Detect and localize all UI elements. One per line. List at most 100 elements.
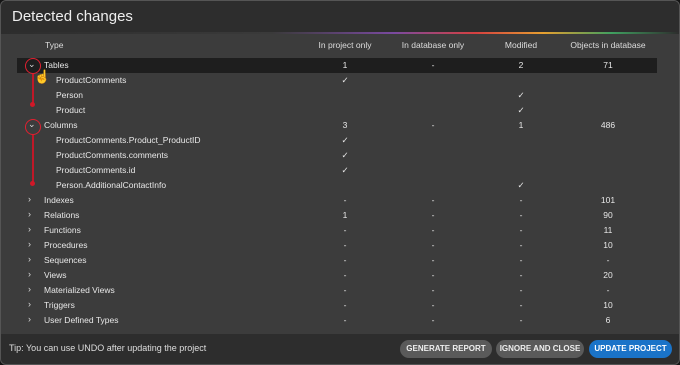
cell-project: 3 [342,120,348,130]
cell-modified: ✓ [517,105,525,115]
cell-modified: ✓ [517,180,525,190]
row-label: Relations [44,210,80,220]
cell-objects: 71 [603,60,613,70]
tree-child-row[interactable]: ProductComments ✓ [17,73,657,88]
annotation-line-columns [32,135,34,183]
dialog-titlebar: Detected changes [1,1,679,32]
chevron-right-icon[interactable]: › [28,284,31,294]
cell-project: ✓ [341,150,349,160]
tree-group-row[interactable]: › Materialized Views - - - - [17,283,657,298]
annotation-dot-columns [30,181,35,186]
cell-modified: - [519,255,523,265]
tree-group-row[interactable]: › Indexes - - - 101 [17,193,657,208]
cell-database: - [431,270,435,280]
chevron-right-icon[interactable]: › [28,239,31,249]
cell-database: - [431,120,435,130]
cell-modified: - [519,210,523,220]
cell-modified: - [519,225,523,235]
tree-group-row[interactable]: › Relations 1 - - 90 [17,208,657,223]
tree-child-row[interactable]: Person ✓ [17,88,657,103]
cell-database: - [431,195,435,205]
cell-database: - [431,255,435,265]
chevron-right-icon[interactable]: › [28,314,31,324]
row-label: User Defined Types [44,315,119,325]
cell-objects: 20 [603,270,613,280]
tree-group-row[interactable]: ⌄ Tables 1-2 71 [17,58,657,73]
accent-gradient-bar [1,32,679,34]
column-header-objects-in-database[interactable]: Objects in database [570,40,645,50]
cell-objects: 6 [605,315,611,325]
row-label: Views [44,270,67,280]
row-label: ProductComments.id [56,165,136,175]
dialog-footer: Tip: You can use UNDO after updating the… [1,334,679,364]
row-label: Person [56,90,83,100]
tree-child-row[interactable]: Person.AdditionalContactInfo ✓ [17,178,657,193]
row-label: ProductComments.Product_ProductID [56,135,201,145]
cell-objects: 90 [603,210,613,220]
chevron-right-icon[interactable]: › [28,299,31,309]
column-header-in-database-only[interactable]: In database only [402,40,464,50]
tree-group-row[interactable]: › Procedures - - - 10 [17,238,657,253]
column-header-modified[interactable]: Modified [505,40,537,50]
cell-modified: - [519,270,523,280]
chevron-right-icon[interactable]: › [28,254,31,264]
cell-project: - [343,225,347,235]
cell-project: - [343,240,347,250]
cell-project: ✓ [341,75,349,85]
row-label: Sequences [44,255,87,265]
cell-database: - [431,285,435,295]
cell-database: - [431,225,435,235]
mouse-cursor-icon: ☝ [34,69,51,84]
cell-project: 1 [342,60,348,70]
row-label: Triggers [44,300,75,310]
cell-database: - [431,300,435,310]
cell-modified: - [519,195,523,205]
cell-database: - [431,315,435,325]
chevron-right-icon[interactable]: › [28,224,31,234]
cell-modified: 2 [518,60,524,70]
cell-modified: 1 [518,120,524,130]
cell-objects: 486 [600,120,616,130]
tree-group-row[interactable]: › Functions - - - 11 [17,223,657,238]
tree-group-row[interactable]: › Views - - - 20 [17,268,657,283]
cell-modified: - [519,285,523,295]
cell-database: - [431,240,435,250]
row-label: Person.AdditionalContactInfo [56,180,167,190]
row-label: Indexes [44,195,74,205]
dialog-title: Detected changes [12,8,133,25]
cell-database: - [431,60,435,70]
row-label: Product [56,105,86,115]
cell-project: - [343,270,347,280]
tree-group-row[interactable]: ⌄ Columns 3-1 486 [17,118,657,133]
cell-modified: - [519,300,523,310]
tree-group-row[interactable]: › Sequences - - - - [17,253,657,268]
chevron-right-icon[interactable]: › [28,209,31,219]
row-label: Procedures [44,240,88,250]
cell-project: ✓ [341,165,349,175]
cell-modified: ✓ [517,90,525,100]
cell-objects: 101 [600,195,616,205]
cell-project: - [343,315,347,325]
row-label: ProductComments.comments [56,150,168,160]
cell-objects: - [606,255,610,265]
cell-objects: 10 [603,240,613,250]
cell-modified: - [519,315,523,325]
tree-group-row[interactable]: › Triggers - - - 10 [17,298,657,313]
generate-report-button[interactable]: GENERATE REPORT [400,340,492,358]
cell-project: - [343,195,347,205]
tree-child-row[interactable]: ProductComments.comments ✓ [17,148,657,163]
detected-changes-dialog: Detected changes Type In project only In… [0,0,680,365]
row-label: Materialized Views [44,285,115,295]
chevron-right-icon[interactable]: › [28,269,31,279]
ignore-and-close-button[interactable]: IGNORE AND CLOSE [496,340,584,358]
column-header-in-project-only[interactable]: In project only [319,40,372,50]
chevron-right-icon[interactable]: › [28,194,31,204]
column-header-type[interactable]: Type [45,40,63,50]
update-project-button[interactable]: UPDATE PROJECT [589,340,672,358]
cell-objects: 11 [603,225,613,235]
tree-child-row[interactable]: Product ✓ [17,103,657,118]
undo-tip: Tip: You can use UNDO after updating the… [9,343,207,353]
tree-group-row[interactable]: › User Defined Types - - - 6 [17,313,657,328]
tree-child-row[interactable]: ProductComments.Product_ProductID ✓ [17,133,657,148]
tree-child-row[interactable]: ProductComments.id ✓ [17,163,657,178]
